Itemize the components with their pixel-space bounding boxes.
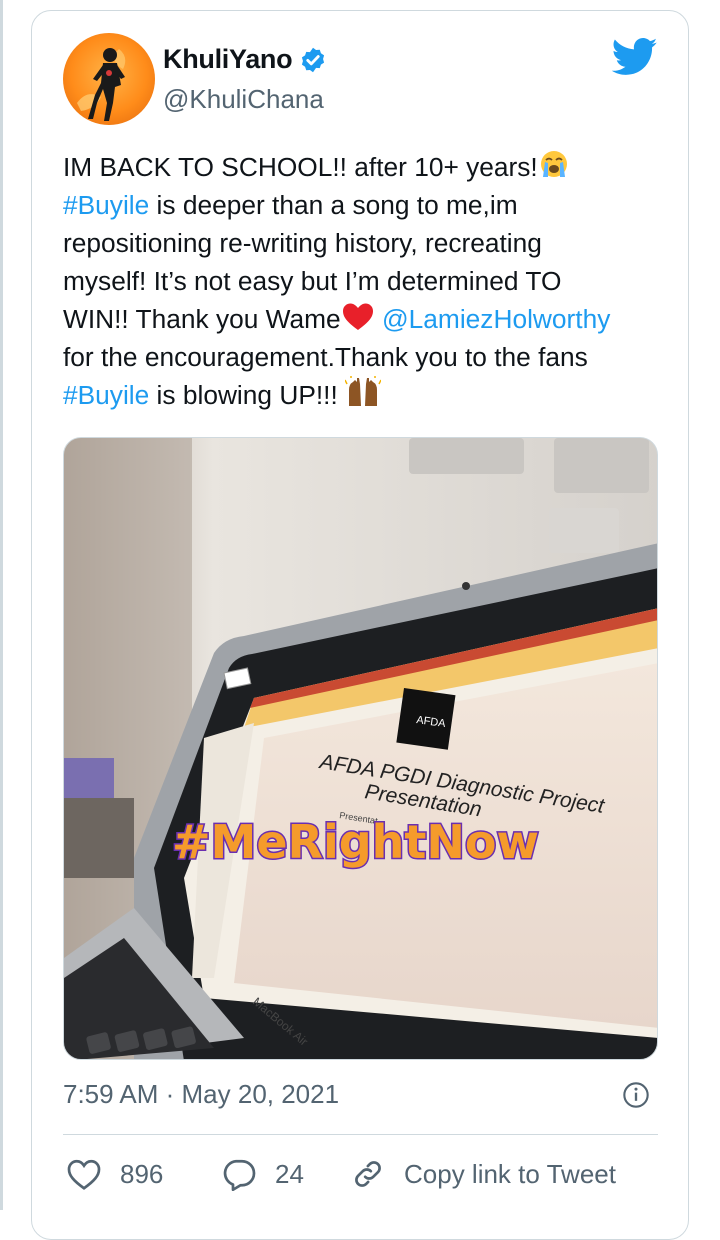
tweet-line: for the encouragement.Thank you to the f… [63,342,588,372]
tweet-line: IM BACK TO SCHOOL!! after 10+ years! [63,152,538,182]
red-heart-emoji-icon [342,303,373,330]
tweet-date: May 20, 2021 [181,1079,340,1109]
merightnow-overlay: #MeRightNow [172,815,539,869]
like-button[interactable]: 896 [66,1156,163,1192]
tweet-line: is deeper than a song to me,im [149,190,518,220]
laptop-photo: AFDA AFDA PGDI Diagnostic Project Presen… [64,438,657,1059]
copy-link-label: Copy link to Tweet [404,1158,616,1189]
raising-hands-emoji-icon [345,376,382,406]
link-icon [355,1161,381,1187]
tweet-text: IM BACK TO SCHOOL!! after 10+ years! #Bu… [63,148,663,414]
loudly-crying-face-emoji-icon [540,151,567,177]
user-handle[interactable]: @KhuliChana [163,84,324,115]
hashtag-link[interactable]: #Buyile [63,380,149,410]
actions-divider [63,1134,658,1135]
hashtag-link[interactable]: #Buyile [63,190,149,220]
reply-count: 24 [275,1158,304,1189]
meta-separator: · [158,1079,182,1109]
like-count: 896 [120,1158,164,1189]
mention-link[interactable]: @LamiezHolworthy [382,304,610,334]
copy-link-button[interactable]: Copy link to Tweet [350,1156,616,1192]
tweet-line: repositioning re-writing history, recrea… [63,228,542,258]
heart-icon [67,1159,101,1190]
avatar[interactable] [63,33,155,125]
tweet-line: myself! It’s not easy but I’m determined… [63,266,562,296]
tweet-timestamp[interactable]: 7:59 AM · May 20, 2021 [63,1079,339,1110]
reply-button[interactable]: 24 [221,1156,304,1192]
avatar-figure [77,48,126,121]
display-name[interactable]: KhuliYano [163,44,293,75]
tweet-time: 7:59 AM [63,1079,159,1109]
tweet-line: is blowing UP!!! [149,380,346,410]
reply-bubble-icon [223,1159,256,1191]
info-icon[interactable] [622,1081,650,1109]
verified-badge-icon [301,47,325,73]
tweet-media-image[interactable]: AFDA AFDA PGDI Diagnostic Project Presen… [63,437,658,1060]
twitter-bird-icon[interactable] [612,37,658,77]
left-edge-line [0,0,3,1210]
tweet-line: WIN!! Thank you Wame [63,304,341,334]
